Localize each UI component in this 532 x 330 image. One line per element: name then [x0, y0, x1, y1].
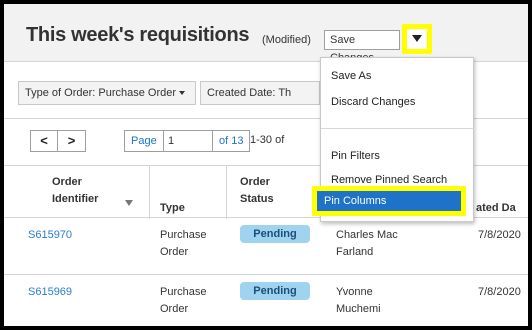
table-row[interactable]: S615969 Purchase Order Pending Yvonne Mu…	[4, 276, 528, 326]
filter-chip-type-of-order[interactable]: Type of Order: Purchase Order	[18, 81, 196, 105]
save-changes-button[interactable]: Save Changes	[324, 30, 400, 64]
requester-cell: Yvonne Muchemi	[336, 284, 381, 318]
type-line: Purchase	[160, 286, 207, 298]
status-badge: Pending	[240, 225, 310, 243]
column-divider	[226, 166, 227, 219]
app-window: This week's requisitions (Modified) Save…	[2, 2, 530, 328]
type-line: Order	[160, 303, 189, 315]
menu-item-remove-pinned-search[interactable]: Remove Pinned Search	[331, 174, 447, 186]
column-header-created-date[interactable]: ated Da	[476, 200, 516, 217]
type-cell: Purchase Order	[160, 227, 206, 261]
type-line: Purchase	[160, 229, 207, 241]
column-header-label: Order Identifier	[52, 176, 99, 205]
column-header-type[interactable]: Type	[160, 200, 185, 217]
page-label: Page	[131, 135, 157, 147]
menu-item-pin-filters[interactable]: Pin Filters	[331, 150, 380, 162]
menu-item-label: Pin Columns	[324, 195, 387, 207]
chevron-down-icon	[179, 91, 186, 96]
table-row[interactable]: S615970 Purchase Order Pending Charles M…	[4, 219, 528, 275]
menu-item-discard-changes[interactable]: Discard Changes	[331, 96, 415, 108]
menu-item-save-as[interactable]: Save As	[331, 70, 371, 82]
type-line: Order	[160, 246, 189, 258]
order-identifier-link[interactable]: S615970	[28, 227, 72, 244]
filter-chip-label: Type of Order: Purchase Order	[25, 87, 177, 99]
menu-item-pin-columns[interactable]: Pin Columns	[312, 186, 466, 216]
page-selector: Page 1 of 13	[124, 130, 250, 152]
type-cell: Purchase Order	[160, 284, 206, 318]
page-total-label: of 13	[219, 135, 244, 147]
status-badge: Pending	[240, 282, 310, 300]
modified-indicator: (Modified)	[262, 34, 311, 46]
column-header-order-status[interactable]: Order Status	[240, 174, 290, 208]
caret-down-icon	[412, 35, 422, 42]
next-page-button[interactable]: >	[58, 131, 85, 151]
requester-line: Farland	[336, 246, 374, 258]
column-header-order-identifier[interactable]: Order Identifier	[28, 174, 138, 208]
previous-page-button[interactable]: <	[31, 131, 58, 151]
created-date-cell: 7/8/2020	[478, 286, 521, 298]
created-date-cell: 7/8/2020	[478, 229, 521, 241]
page-nav-buttons: < >	[30, 130, 86, 152]
order-identifier-link[interactable]: S615969	[28, 284, 72, 301]
page-number-input[interactable]: 1	[163, 131, 213, 151]
requester-line: Yvonne	[336, 286, 373, 298]
column-divider	[149, 166, 150, 219]
result-range: 1-30 of	[250, 134, 285, 146]
requester-line: Muchemi	[336, 303, 381, 315]
requester-cell: Charles Mac Farland	[336, 227, 398, 261]
requester-line: Charles Mac	[336, 229, 398, 241]
filter-chip-created-date[interactable]: Created Date: Th	[200, 81, 320, 105]
save-options-dropdown-button[interactable]	[402, 24, 432, 54]
page-header: This week's requisitions (Modified) Save…	[4, 4, 528, 64]
sort-descending-icon[interactable]	[125, 200, 133, 206]
menu-divider	[321, 128, 475, 129]
filter-chip-label: Created Date: Th	[207, 87, 292, 99]
page-title: This week's requisitions	[26, 24, 250, 46]
